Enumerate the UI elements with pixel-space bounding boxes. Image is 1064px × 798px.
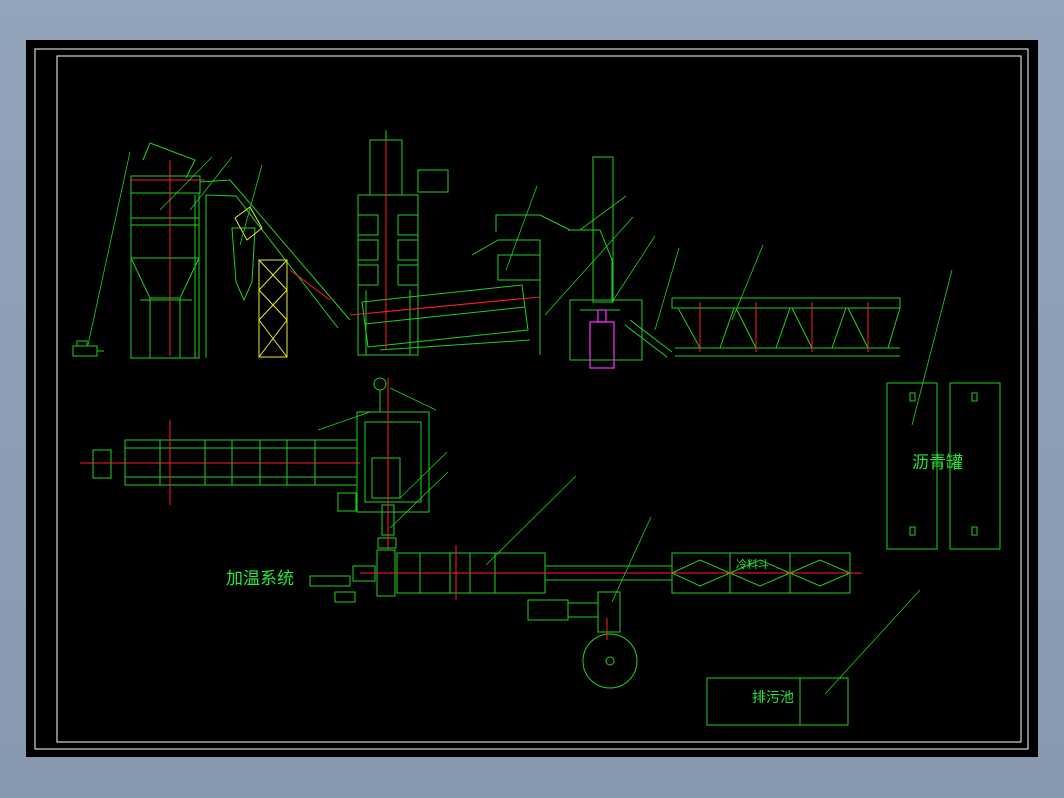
sewage-pool-label: 排污池	[752, 690, 794, 706]
cad-drawing: 加温系统 沥青罐 冷料斗 排污池	[26, 40, 1038, 757]
asphalt-tank-label: 沥青罐	[912, 453, 963, 473]
heating-system-label: 加温系统	[226, 569, 294, 589]
drawing-sheet	[26, 40, 1038, 757]
cold-hopper-label: 冷料斗	[736, 557, 769, 571]
